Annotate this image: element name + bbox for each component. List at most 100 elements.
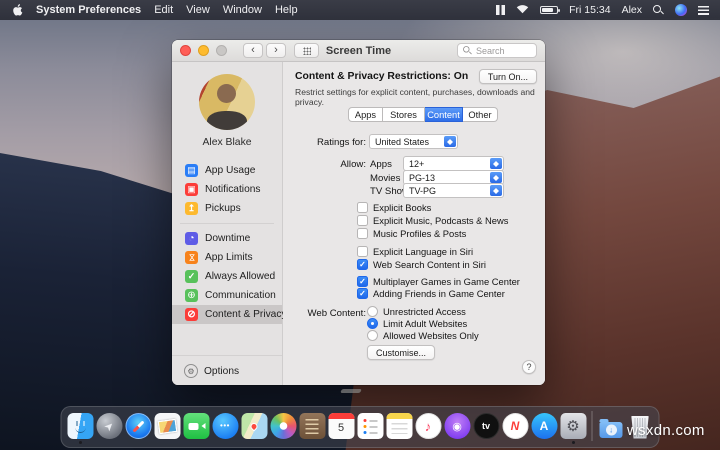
prohibit-icon <box>185 308 198 321</box>
show-all-button[interactable] <box>294 43 319 58</box>
web-content-label: Web Content: <box>283 308 366 319</box>
checkbox-icon <box>357 246 368 257</box>
spotlight-icon[interactable] <box>653 5 664 16</box>
search-input[interactable] <box>476 46 528 56</box>
sidebar-item-communication[interactable]: Communication <box>172 286 282 305</box>
section-subtitle: Restrict settings for explicit content, … <box>295 87 545 107</box>
checkbox-web-search-siri[interactable]: Web Search Content in Siri <box>357 259 486 270</box>
radio-allowed-websites-only[interactable]: Allowed Websites Only <box>367 330 479 341</box>
checkbox-explicit-music-podcasts-news[interactable]: Explicit Music, Podcasts & News <box>357 215 508 226</box>
menu-clock[interactable]: Fri 15:34 <box>569 4 610 16</box>
reminders-list-icon <box>357 413 383 439</box>
dock-icon-finder[interactable] <box>67 411 94 441</box>
dock-icon-preview[interactable] <box>154 411 181 441</box>
app-store-icon: A <box>531 413 557 439</box>
popup-stepper-icon <box>490 172 502 183</box>
dock-icon-tv[interactable]: tv <box>473 411 500 441</box>
checkbox-music-profiles-posts[interactable]: Music Profiles & Posts <box>357 228 466 239</box>
tab-stores[interactable]: Stores <box>383 107 425 122</box>
sidebar: Alex Blake App Usage Notifications Picku… <box>172 62 283 385</box>
sidebar-item-options[interactable]: Options <box>184 364 239 378</box>
radio-limit-adult-websites[interactable]: Limit Adult Websites <box>367 318 467 329</box>
sidebar-item-content-privacy[interactable]: Content & Privacy <box>172 305 282 324</box>
close-button[interactable] <box>180 45 191 56</box>
checkbox-multiplayer-games[interactable]: Multiplayer Games in Game Center <box>357 276 520 287</box>
dock-icon-maps[interactable] <box>241 411 268 441</box>
dock: 5 tv N A <box>61 406 660 448</box>
sidebar-item-app-limits[interactable]: App Limits <box>172 248 282 267</box>
dock-icon-reminders[interactable] <box>357 411 384 441</box>
checkbox-icon <box>357 215 368 226</box>
dock-icon-contacts[interactable] <box>299 411 326 441</box>
radio-unrestricted-access[interactable]: Unrestricted Access <box>367 306 466 317</box>
checkbox-explicit-books[interactable]: Explicit Books <box>357 202 431 213</box>
dock-icon-messages[interactable] <box>212 411 239 441</box>
menu-window[interactable]: Window <box>223 4 262 16</box>
window-search[interactable] <box>457 43 537 58</box>
display-tile-icon[interactable] <box>496 5 505 15</box>
checkbox-checked-icon <box>357 276 368 287</box>
tab-other[interactable]: Other <box>463 107 498 122</box>
dock-icon-music[interactable] <box>415 411 442 441</box>
sidebar-item-pickups[interactable]: Pickups <box>172 199 282 218</box>
tv-shows-rating-popup[interactable]: TV-PG <box>403 183 504 198</box>
finder-icon <box>67 413 93 439</box>
dock-icon-news[interactable]: N <box>502 411 529 441</box>
zoom-button[interactable] <box>216 45 227 56</box>
photo-preview-icon <box>154 413 180 439</box>
dock-icon-facetime[interactable] <box>183 411 210 441</box>
address-book-icon <box>299 413 325 439</box>
menu-edit[interactable]: Edit <box>154 4 173 16</box>
siri-icon[interactable] <box>675 4 687 16</box>
dock-icon-podcasts[interactable] <box>444 411 471 441</box>
app-badge-icon <box>185 183 198 196</box>
person-plus-icon <box>185 289 198 302</box>
hourglass-icon <box>185 251 198 264</box>
dock-icon-system-preferences[interactable] <box>560 411 587 441</box>
content-pane: Content & Privacy Restrictions: On Turn … <box>283 62 545 385</box>
desktop: System Preferences Edit View Window Help… <box>0 0 720 450</box>
customise-button[interactable]: Customise... <box>367 345 435 360</box>
notification-center-icon[interactable] <box>698 6 709 15</box>
menu-user[interactable]: Alex <box>622 4 642 16</box>
dock-icon-calendar[interactable]: 5 <box>328 411 355 441</box>
menu-app-name[interactable]: System Preferences <box>36 4 141 16</box>
sidebar-item-downtime[interactable]: Downtime <box>172 229 282 248</box>
popup-stepper-icon <box>490 158 502 169</box>
tab-apps[interactable]: Apps <box>348 107 383 122</box>
minimize-button[interactable] <box>198 45 209 56</box>
wifi-icon[interactable] <box>516 4 529 17</box>
dock-icon-launchpad[interactable] <box>96 411 123 441</box>
dock-icon-app-store[interactable]: A <box>531 411 558 441</box>
radio-icon <box>367 306 378 317</box>
tab-content[interactable]: Content <box>425 107 463 122</box>
help-button[interactable]: ? <box>522 360 536 374</box>
back-button[interactable]: ‹ <box>243 43 263 58</box>
dock-icon-photos[interactable] <box>270 411 297 441</box>
sidebar-item-notifications[interactable]: Notifications <box>172 180 282 199</box>
checkbox-icon <box>357 202 368 213</box>
dock-icon-safari[interactable] <box>125 411 152 441</box>
ratings-popup[interactable]: United States <box>369 134 458 149</box>
running-indicator <box>572 441 575 444</box>
apple-menu-icon[interactable] <box>11 3 23 17</box>
forward-button[interactable]: › <box>266 43 286 58</box>
sidebar-item-app-usage[interactable]: App Usage <box>172 161 282 180</box>
menu-help[interactable]: Help <box>275 4 298 16</box>
menu-view[interactable]: View <box>186 4 210 16</box>
ratings-for-label: Ratings for: <box>283 137 366 148</box>
compass-icon <box>125 413 151 439</box>
battery-icon[interactable] <box>540 6 558 14</box>
menu-bar: System Preferences Edit View Window Help… <box>0 0 720 20</box>
downloads-folder-icon <box>600 422 623 438</box>
checkbox-icon <box>357 228 368 239</box>
turn-on-button[interactable]: Turn On... <box>479 69 537 84</box>
dock-icon-downloads[interactable] <box>598 411 625 441</box>
checkbox-explicit-language-siri[interactable]: Explicit Language in Siri <box>357 246 473 257</box>
sidebar-item-always-allowed[interactable]: Always Allowed <box>172 267 282 286</box>
gear-icon <box>184 364 198 378</box>
dock-icon-notes[interactable] <box>386 411 413 441</box>
apps-rating-popup[interactable]: 12+ <box>403 156 504 171</box>
checkbox-adding-friends[interactable]: Adding Friends in Game Center <box>357 288 505 299</box>
apps-row-label: Apps <box>370 159 392 170</box>
